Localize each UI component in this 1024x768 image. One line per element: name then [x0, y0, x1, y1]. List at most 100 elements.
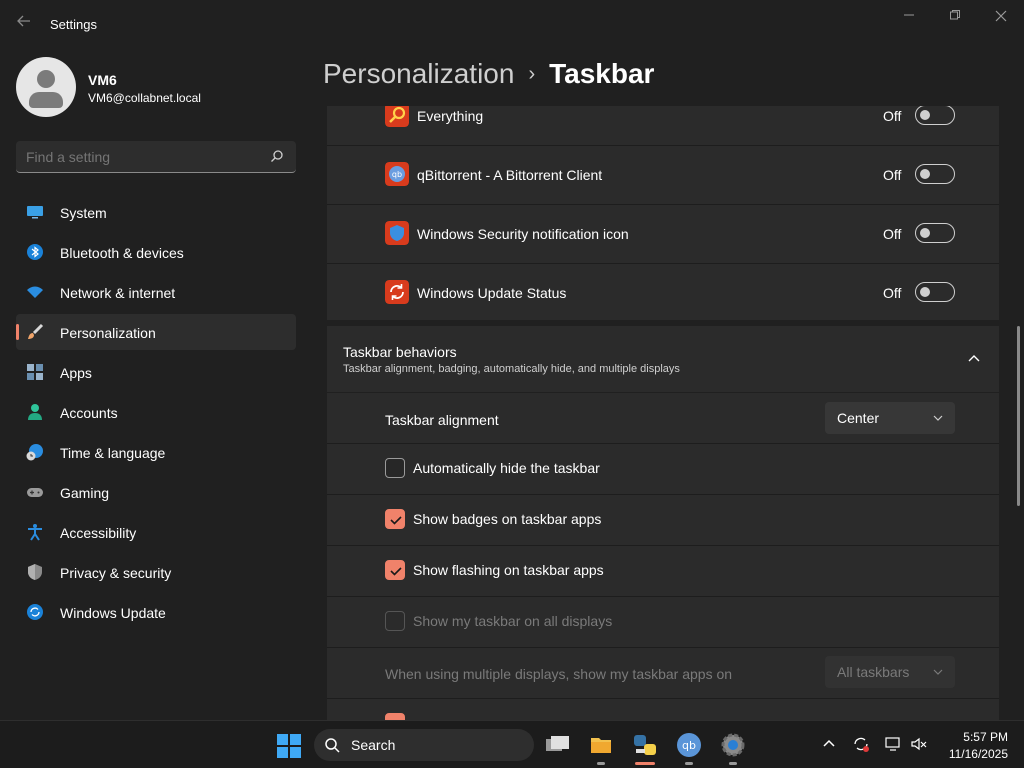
- monitor-icon: [27, 206, 43, 219]
- clock-time[interactable]: 5:57 PM: [944, 730, 1008, 744]
- taskbar-alignment-label: Taskbar alignment: [385, 412, 499, 428]
- clock-date[interactable]: 11/16/2025: [938, 747, 1008, 761]
- section-subtitle: Taskbar alignment, badging, automaticall…: [343, 363, 680, 375]
- sync-icon[interactable]: [852, 735, 870, 753]
- sidebar-item-personalization[interactable]: Personalization: [16, 314, 296, 350]
- chevron-down-icon: [933, 669, 943, 675]
- gamepad-icon: [27, 488, 43, 497]
- breadcrumb: Personalization › Taskbar: [323, 58, 654, 90]
- toggle-state: Off: [883, 108, 902, 124]
- minimize-button[interactable]: [886, 4, 932, 34]
- close-button[interactable]: [978, 4, 1024, 34]
- taskbar-search-label: Search: [351, 737, 396, 753]
- restore-button[interactable]: [932, 4, 978, 34]
- sidebar-item-privacy[interactable]: Privacy & security: [16, 554, 296, 590]
- settings-search-box[interactable]: [16, 141, 296, 173]
- sidebar-item-label: Personalization: [60, 325, 156, 341]
- sidebar-item-gaming[interactable]: Gaming: [16, 474, 296, 510]
- chevron-down-icon: [933, 415, 943, 421]
- sidebar-item-accessibility[interactable]: Accessibility: [16, 514, 296, 550]
- sidebar-item-label: Windows Update: [60, 605, 166, 621]
- sidebar-item-bluetooth[interactable]: Bluetooth & devices: [16, 234, 296, 270]
- qbittorrent-icon: qb: [385, 162, 409, 186]
- windows-update-status-toggle[interactable]: [915, 282, 955, 302]
- everything-toggle[interactable]: [915, 106, 955, 125]
- show-badges-checkbox[interactable]: [385, 509, 405, 529]
- option-label: Automatically hide the taskbar: [413, 460, 600, 476]
- display-icon[interactable]: [884, 735, 902, 753]
- paintbrush-icon: [28, 323, 44, 339]
- running-indicator: [635, 762, 655, 765]
- sidebar-item-label: Apps: [60, 365, 92, 381]
- sidebar-item-time-language[interactable]: Time & language: [16, 434, 296, 470]
- avatar-head: [37, 70, 55, 88]
- auto-hide-checkbox[interactable]: [385, 458, 405, 478]
- sidebar-item-accounts[interactable]: Accounts: [16, 394, 296, 430]
- sidebar-item-label: Time & language: [60, 445, 166, 461]
- back-arrow-icon: [17, 15, 30, 27]
- sidebar-item-label: Gaming: [60, 485, 110, 501]
- sidebar-item-label: Bluetooth & devices: [60, 245, 184, 261]
- qbittorrent-icon: qb: [677, 733, 701, 757]
- taskbar-search[interactable]: Search: [314, 729, 534, 761]
- dropdown-value: Center: [837, 410, 880, 426]
- multi-display-label: When using multiple displays, show my ta…: [385, 666, 733, 682]
- back-button[interactable]: [14, 14, 34, 34]
- sidebar-item-system[interactable]: System: [16, 194, 296, 230]
- multi-display-dropdown[interactable]: All taskbars: [825, 656, 955, 688]
- sidebar-nav: System Bluetooth & devices Network & int…: [16, 194, 296, 634]
- accessibility-icon: [28, 524, 42, 541]
- globe-clock-icon: [26, 444, 43, 461]
- chevron-up-icon[interactable]: [967, 352, 981, 366]
- restore-icon: [950, 10, 960, 20]
- other-tray-icons-card: Everything Off qb qBittorrent - A Bittor…: [327, 106, 999, 320]
- search-icon: [325, 738, 340, 753]
- user-name: VM6: [88, 72, 117, 88]
- svg-text:qb: qb: [682, 739, 696, 752]
- running-indicator: [597, 762, 605, 765]
- bluetooth-icon: [27, 244, 43, 260]
- sidebar-item-network[interactable]: Network & internet: [16, 274, 296, 310]
- checkmark-icon: [390, 516, 402, 525]
- person-icon: [28, 404, 42, 420]
- task-view-button[interactable]: [540, 727, 576, 763]
- sidebar-item-label: Accounts: [60, 405, 118, 421]
- toggle-state: Off: [883, 167, 902, 183]
- taskbar-alignment-dropdown[interactable]: Center: [825, 402, 955, 434]
- windows-start-icon[interactable]: [276, 733, 302, 759]
- search-icon[interactable]: [270, 149, 284, 163]
- option-label: Show badges on taskbar apps: [413, 511, 602, 527]
- taskbar-behaviors-header[interactable]: Taskbar behaviors Taskbar alignment, bad…: [327, 326, 999, 392]
- taskbar-app-qbittorrent[interactable]: qb: [671, 727, 707, 765]
- avatar[interactable]: [16, 57, 76, 117]
- qbittorrent-toggle[interactable]: [915, 164, 955, 184]
- sidebar-item-windows-update[interactable]: Windows Update: [16, 594, 296, 630]
- vertical-scrollbar[interactable]: [1017, 326, 1020, 506]
- section-title: Taskbar behaviors: [343, 344, 457, 360]
- speaker-muted-icon[interactable]: [910, 735, 928, 753]
- shield-app-icon: [385, 221, 409, 245]
- breadcrumb-parent[interactable]: Personalization: [323, 58, 514, 89]
- app-title: Settings: [50, 17, 97, 32]
- sidebar-item-apps[interactable]: Apps: [16, 354, 296, 390]
- search-input[interactable]: [26, 149, 256, 165]
- partial-checkbox[interactable]: [385, 713, 405, 720]
- windows-security-toggle[interactable]: [915, 223, 955, 243]
- wifi-icon: [27, 286, 43, 298]
- checkmark-icon: [390, 567, 402, 576]
- sidebar-item-label: System: [60, 205, 107, 221]
- all-displays-checkbox[interactable]: [385, 611, 405, 631]
- show-flashing-checkbox[interactable]: [385, 560, 405, 580]
- page-title: Taskbar: [549, 58, 655, 89]
- taskbar-app-settings[interactable]: [715, 727, 751, 765]
- gear-icon: [721, 733, 745, 757]
- svg-text:qb: qb: [392, 170, 402, 179]
- taskbar-app-python[interactable]: [627, 727, 663, 765]
- magnifier-app-icon: [385, 106, 409, 127]
- tray-app-label: Windows Update Status: [417, 285, 567, 301]
- apps-icon: [27, 364, 43, 380]
- taskbar-app-file-explorer[interactable]: [583, 727, 619, 765]
- chevron-up-icon[interactable]: [820, 735, 838, 753]
- toggle-state: Off: [883, 226, 902, 242]
- running-indicator: [685, 762, 693, 765]
